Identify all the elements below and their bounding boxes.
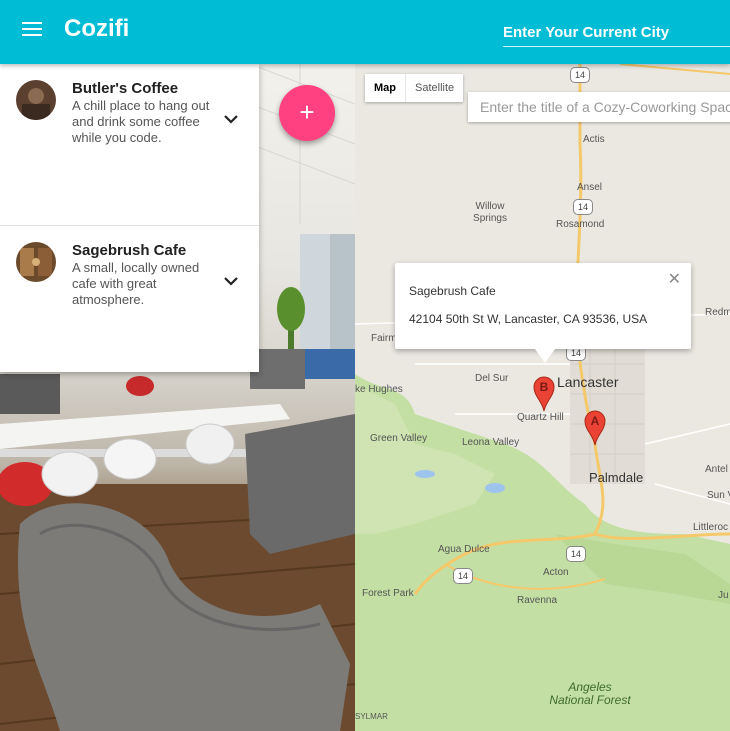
- map-type-satellite-button[interactable]: Satellite: [406, 74, 463, 102]
- map-label: Willow Springs: [473, 201, 507, 224]
- highway-shield: 14: [453, 568, 473, 584]
- map-label: Agua Dulce: [438, 544, 490, 555]
- map-label: SYLMAR: [355, 712, 388, 721]
- close-icon[interactable]: ✕: [668, 269, 681, 289]
- map-type-control: Map Satellite: [365, 74, 464, 102]
- avatar: [16, 242, 56, 282]
- map-marker-a[interactable]: A: [584, 410, 606, 446]
- app-bar: Cozifi: [0, 0, 730, 64]
- place-description: A small, locally owned cafe with great a…: [72, 260, 200, 307]
- map-label: Lancaster: [557, 374, 619, 390]
- place-card[interactable]: Sagebrush Cafe A small, locally owned ca…: [0, 226, 259, 372]
- marker-label: B: [539, 380, 549, 394]
- map-label: Redm: [705, 307, 730, 318]
- map-label: Del Sur: [475, 373, 509, 384]
- place-description: A chill place to hang out and drink some…: [72, 98, 210, 145]
- map-label: Quartz Hill: [517, 412, 564, 423]
- map[interactable]: Actis Ansel Willow Springs Rosamond Redm…: [355, 64, 730, 731]
- map-label: Ansel: [577, 182, 603, 193]
- map-label: Green Valley: [370, 433, 428, 444]
- map-label: Forest Park: [362, 588, 414, 599]
- map-label: Actis: [583, 134, 605, 145]
- map-label: Ravenna: [517, 595, 558, 606]
- forest-label-line1: Angeles: [568, 680, 612, 694]
- map-type-map-button[interactable]: Map: [365, 74, 406, 102]
- highway-shield: 14: [573, 199, 593, 215]
- city-input[interactable]: [503, 18, 730, 47]
- place-list: Butler's Coffee A chill place to hang ou…: [0, 64, 259, 372]
- map-label: Acton: [543, 567, 569, 578]
- info-window-address: 42104 50th St W, Lancaster, CA 93536, US…: [409, 312, 648, 326]
- info-window: Sagebrush Cafe 42104 50th St W, Lancaste…: [395, 263, 691, 363]
- map-label: Sun V: [707, 490, 730, 501]
- map-label: Littleroc: [693, 522, 729, 533]
- map-label: Palmdale: [589, 470, 644, 485]
- place-card[interactable]: Butler's Coffee A chill place to hang ou…: [0, 64, 259, 226]
- coworking-search-input[interactable]: [468, 92, 730, 122]
- highway-shield: 14: [566, 546, 586, 562]
- map-label: Ju: [718, 590, 729, 601]
- plus-icon: +: [299, 97, 315, 127]
- add-place-button[interactable]: +: [279, 85, 335, 141]
- app-title: Cozifi: [64, 15, 130, 42]
- chevron-down-icon[interactable]: [220, 108, 242, 130]
- info-window-title: Sagebrush Cafe: [409, 284, 496, 298]
- map-label: Leona Valley: [462, 437, 520, 448]
- map-label: ke Hughes: [355, 384, 403, 395]
- map-label: Fairm: [371, 333, 397, 344]
- map-marker-b[interactable]: B: [533, 376, 555, 412]
- avatar: [16, 80, 56, 120]
- place-title: Butler's Coffee: [72, 80, 179, 97]
- marker-label: A: [590, 414, 600, 428]
- highway-shield: 14: [570, 67, 590, 83]
- map-label: Antel: [705, 464, 728, 475]
- chevron-down-icon[interactable]: [220, 270, 242, 292]
- place-title: Sagebrush Cafe: [72, 242, 187, 259]
- forest-label: Angeles National Forest: [540, 681, 640, 707]
- menu-icon[interactable]: [22, 22, 42, 42]
- forest-label-line2: National Forest: [549, 693, 631, 707]
- map-label: Rosamond: [556, 219, 605, 230]
